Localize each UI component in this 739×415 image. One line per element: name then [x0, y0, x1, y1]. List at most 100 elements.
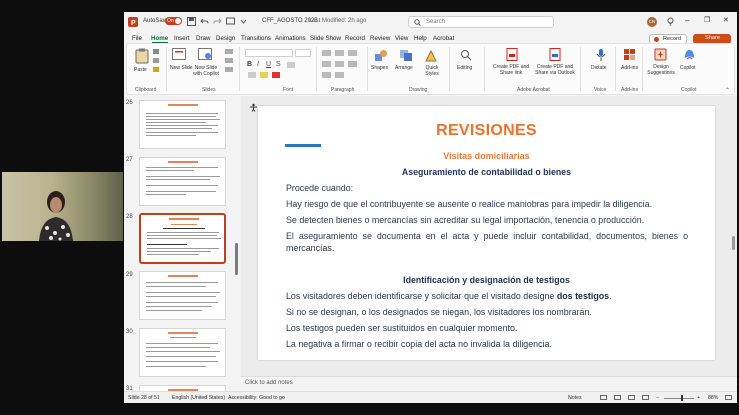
microphone-icon[interactable] [596, 48, 606, 62]
numbering-icon[interactable] [335, 50, 344, 56]
align-left-icon[interactable] [322, 61, 331, 67]
highlight-icon[interactable] [260, 72, 268, 78]
paste-label[interactable]: Paste [134, 67, 147, 73]
last-modified[interactable]: Last Modified: 2h ago [309, 18, 366, 24]
copilot-label[interactable]: Copilot [680, 65, 696, 71]
slide-canvas[interactable]: REVISIONES Visitas domiciliarias Asegura… [258, 106, 715, 360]
tab-animations[interactable]: Animations [275, 35, 306, 42]
new-slide-label[interactable]: New Slide [170, 65, 193, 71]
editor-scrollbar[interactable] [732, 236, 735, 250]
align-text-icon[interactable] [335, 72, 344, 78]
new-slide-icon[interactable] [172, 48, 186, 60]
tab-acrobat[interactable]: Acrobat [433, 35, 454, 42]
zoom-out-button[interactable]: − [656, 395, 659, 401]
design-suggestions-icon[interactable] [654, 48, 667, 61]
new-slide-copilot-icon[interactable] [198, 48, 212, 60]
tab-design[interactable]: Design [216, 35, 235, 42]
notes-placeholder[interactable]: Click to add notes [245, 380, 293, 386]
align-center-icon[interactable] [335, 61, 344, 67]
accessibility-status[interactable]: Accessibility: Good to go [228, 395, 285, 401]
tab-record[interactable]: Record [345, 35, 365, 42]
body-text-line[interactable]: Se detecten bienes o mercancías sin acre… [286, 214, 688, 226]
new-slide-copilot-label[interactable]: New Slide with Copilot [191, 65, 221, 77]
font-color-icon[interactable] [272, 72, 280, 78]
quick-styles-label[interactable]: Quick Styles [420, 65, 444, 77]
shapes-label[interactable]: Shapes [371, 65, 388, 71]
notes-pane[interactable]: Click to add notes [241, 376, 737, 390]
slide-thumbnail[interactable] [139, 328, 226, 377]
quick-styles-icon[interactable] [424, 49, 438, 62]
reset-icon[interactable] [225, 58, 233, 63]
text-direction-icon[interactable] [322, 72, 331, 78]
editing-icon[interactable] [460, 49, 472, 61]
arrange-label[interactable]: Arrange [395, 65, 413, 71]
shapes-icon[interactable] [374, 49, 388, 62]
body-text-line[interactable]: El aseguramiento se documenta en el acta… [286, 230, 688, 254]
present-icon[interactable] [226, 17, 235, 26]
zoom-slider[interactable] [664, 398, 694, 399]
arrange-icon[interactable] [399, 49, 413, 62]
clear-formatting-icon[interactable] [248, 72, 256, 78]
slide-sorter-icon[interactable] [614, 395, 621, 400]
tab-home[interactable]: Home [151, 35, 168, 42]
slide-thumbnail[interactable] [139, 100, 226, 149]
language-indicator[interactable]: English (United States) [172, 395, 225, 401]
tab-draw[interactable]: Draw [196, 35, 210, 42]
copy-icon[interactable] [153, 58, 159, 63]
tab-review[interactable]: Review [370, 35, 390, 42]
body-text-line[interactable]: Los testigos pueden ser sustituidos en c… [286, 322, 688, 334]
body-text-line[interactable]: La negativa a firmar o recibir copia del… [286, 338, 688, 350]
body-text-line[interactable]: Hay riesgo de que el contribuyente se au… [286, 198, 688, 210]
section-icon[interactable] [225, 67, 233, 72]
create-pdf-outlook-label[interactable]: Create PDF and Share via Outlook [534, 64, 576, 76]
body-text-line[interactable]: Los visitadores deben identificarse y so… [286, 290, 688, 302]
redo-icon[interactable] [213, 17, 222, 26]
undo-icon[interactable] [200, 17, 209, 26]
tab-file[interactable]: File [132, 35, 142, 42]
create-pdf-link-label[interactable]: Create PDF and Share link [490, 64, 532, 76]
create-pdf-link-icon[interactable] [506, 48, 518, 61]
layout-icon[interactable] [225, 49, 233, 54]
notes-toggle[interactable]: Notes [568, 395, 582, 401]
zoom-slider-thumb[interactable] [681, 395, 683, 401]
line-spacing-icon[interactable] [348, 50, 357, 56]
dictate-label[interactable]: Dictate [591, 65, 607, 71]
paste-icon[interactable] [135, 48, 149, 64]
addins-icon[interactable] [623, 48, 636, 61]
user-avatar[interactable]: CN [647, 17, 657, 27]
cut-icon[interactable] [153, 49, 159, 54]
autosave-toggle[interactable]: On [165, 17, 182, 25]
design-suggestions-label[interactable]: Design Suggestions [645, 64, 677, 76]
zoom-level[interactable]: 88% [708, 395, 718, 401]
strikethrough-button[interactable]: S [276, 61, 281, 68]
slide-thumbnail-selected[interactable] [139, 213, 226, 264]
addins-label[interactable]: Add-ins [621, 65, 638, 71]
close-button[interactable]: ✕ [723, 16, 729, 24]
save-icon[interactable] [187, 17, 196, 26]
create-pdf-outlook-icon[interactable] [549, 48, 561, 61]
thumbnails-scrollbar[interactable] [235, 243, 238, 275]
slideshow-icon[interactable] [642, 395, 649, 400]
tab-view[interactable]: View [395, 35, 408, 42]
maximize-button[interactable]: ❐ [704, 16, 710, 24]
editing-label[interactable]: Editing [457, 65, 472, 71]
tab-transitions[interactable]: Transitions [241, 35, 271, 42]
section-heading[interactable]: Identificación y designación de testigos [258, 275, 715, 285]
search-box[interactable]: Search [408, 16, 554, 28]
justify-icon[interactable] [348, 61, 357, 67]
zoom-in-button[interactable]: + [697, 395, 700, 401]
slide-subtitle[interactable]: Visitas domiciliarias [258, 151, 715, 161]
tab-help[interactable]: Help [414, 35, 427, 42]
section-heading[interactable]: Aseguramiento de contabilidad o bienes [258, 167, 715, 177]
font-name-dropdown[interactable] [245, 49, 293, 57]
underline-button[interactable]: U [266, 61, 271, 68]
format-painter-icon[interactable] [153, 67, 159, 72]
minimize-button[interactable]: – [685, 16, 689, 25]
collapse-ribbon-icon[interactable]: ⌃ [725, 87, 730, 94]
reading-view-icon[interactable] [628, 395, 635, 400]
fit-to-window-icon[interactable] [725, 395, 732, 400]
slide-thumbnail[interactable] [139, 157, 226, 206]
accessibility-icon[interactable] [249, 103, 258, 112]
shadow-icon[interactable] [287, 62, 295, 68]
body-text-line[interactable]: Si no se designan, o los designados se n… [286, 306, 688, 318]
